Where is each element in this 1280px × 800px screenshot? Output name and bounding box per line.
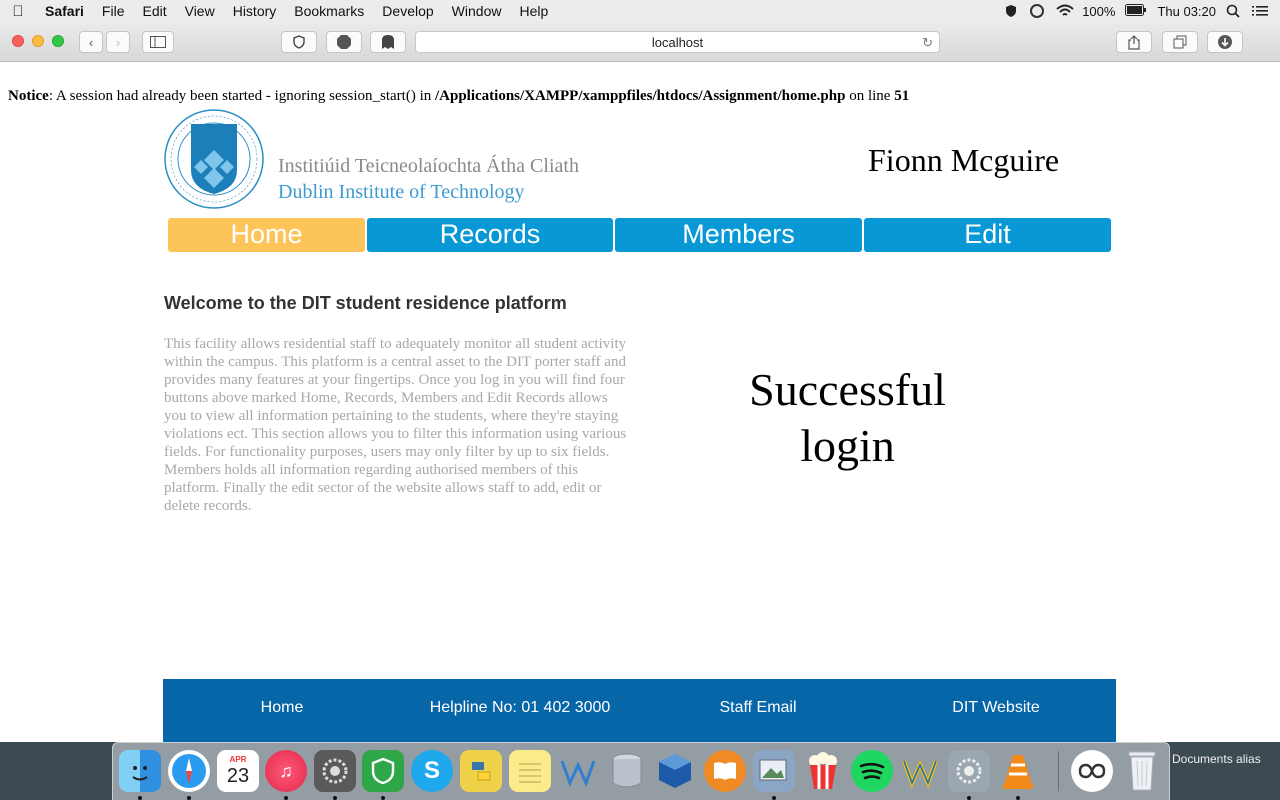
nav-members-button[interactable]: Members xyxy=(615,218,862,252)
trash-icon[interactable] xyxy=(1121,750,1163,792)
login-status-message: Successful login xyxy=(749,364,946,471)
dock: APR 23 ♫ S xyxy=(112,742,1170,800)
wifi-icon[interactable] xyxy=(1056,4,1074,18)
back-button[interactable]: ‹ xyxy=(79,31,103,53)
skype-icon[interactable]: S xyxy=(411,750,453,792)
nav-records-button[interactable]: Records xyxy=(367,218,613,252)
python-launcher-icon[interactable] xyxy=(460,750,502,792)
footer-dit-website-link[interactable]: DIT Website xyxy=(952,699,1039,717)
calendar-day: 23 xyxy=(226,765,250,787)
ghostery-icon[interactable] xyxy=(370,31,406,53)
running-indicator xyxy=(333,796,337,800)
welcome-heading: Welcome to the DIT student residence pla… xyxy=(164,293,567,313)
close-window-button[interactable] xyxy=(12,35,24,47)
dit-seal-logo xyxy=(163,108,265,210)
menu-bar:  Safari File Edit View History Bookmark… xyxy=(0,0,1280,22)
notice-label: Notice xyxy=(8,88,49,104)
calendar-month: APR xyxy=(229,755,247,764)
wunderlist-icon[interactable] xyxy=(557,750,599,792)
running-indicator xyxy=(138,796,142,800)
vpn-shield-icon[interactable] xyxy=(362,750,404,792)
notes-icon[interactable] xyxy=(509,750,551,792)
menu-help[interactable]: Help xyxy=(510,3,557,19)
spotlight-icon[interactable] xyxy=(1226,4,1242,18)
nav-home-button[interactable]: Home xyxy=(168,218,365,252)
footer-helpline[interactable]: Helpline No: 01 402 3000 xyxy=(430,699,611,717)
vlc-icon[interactable] xyxy=(997,750,1039,792)
safari-icon[interactable] xyxy=(168,750,210,792)
running-indicator xyxy=(967,796,971,800)
nav-edit-button[interactable]: Edit xyxy=(864,218,1111,252)
footer-home-link[interactable]: Home xyxy=(261,699,304,717)
itunes-icon[interactable]: ♫ xyxy=(265,750,307,792)
zoom-window-button[interactable] xyxy=(52,35,64,47)
network-icon[interactable] xyxy=(1071,750,1113,792)
php-notice: Notice: A session had already been start… xyxy=(8,88,909,105)
sync-icon[interactable] xyxy=(1030,4,1046,18)
tabs-overview-icon[interactable] xyxy=(1162,31,1198,53)
web-page: + Notice: A session had already been sta… xyxy=(0,62,1280,742)
menu-edit[interactable]: Edit xyxy=(133,3,175,19)
notice-line: 51 xyxy=(894,88,910,104)
menu-develop[interactable]: Develop xyxy=(373,3,442,19)
adblock-icon[interactable] xyxy=(326,31,362,53)
preview-icon[interactable] xyxy=(753,750,795,792)
running-indicator xyxy=(772,796,776,800)
menu-file[interactable]: File xyxy=(93,3,134,19)
menu-app-name[interactable]: Safari xyxy=(36,3,93,19)
logo-irish-name: Institiúid Teicneolaíochta Átha Cliath xyxy=(278,155,579,177)
virtualbox-icon[interactable] xyxy=(654,750,696,792)
notice-path: /Applications/XAMPP/xamppfiles/htdocs/As… xyxy=(434,88,846,104)
menu-view[interactable]: View xyxy=(176,3,224,19)
database-icon[interactable] xyxy=(606,750,648,792)
documents-alias-label[interactable]: Documents alias xyxy=(1172,752,1261,766)
browser-toolbar: ‹ › localhost ↻ xyxy=(0,22,1280,62)
footer-staff-email-link[interactable]: Staff Email xyxy=(719,699,796,717)
calendar-icon[interactable]: APR 23 xyxy=(217,750,259,792)
downloads-icon[interactable] xyxy=(1207,31,1243,53)
wireshark-icon[interactable] xyxy=(899,750,941,792)
running-indicator xyxy=(1016,796,1020,800)
dock-separator xyxy=(1058,751,1059,791)
popcorn-time-icon[interactable] xyxy=(802,750,844,792)
menu-window[interactable]: Window xyxy=(443,3,511,19)
notification-center-icon[interactable] xyxy=(1252,4,1268,18)
finder-icon[interactable] xyxy=(119,750,161,792)
running-indicator xyxy=(284,796,288,800)
logo-english-name: Dublin Institute of Technology xyxy=(278,181,525,203)
platform-description: This facility allows residential staff t… xyxy=(164,336,627,514)
clock[interactable]: Thu 03:20 xyxy=(1157,4,1216,19)
running-indicator xyxy=(187,796,191,800)
forward-button[interactable]: › xyxy=(106,31,130,53)
apple-icon[interactable]:  xyxy=(0,3,36,20)
spotify-icon[interactable] xyxy=(851,750,893,792)
battery-percent[interactable]: 100% xyxy=(1082,4,1115,19)
url-text: localhost xyxy=(651,35,704,50)
system-preferences-dark-icon[interactable] xyxy=(314,750,356,792)
footer-bar: Home Helpline No: 01 402 3000 Staff Emai… xyxy=(163,679,1116,742)
ibooks-icon[interactable] xyxy=(704,750,746,792)
menu-history[interactable]: History xyxy=(224,3,286,19)
share-icon[interactable] xyxy=(1116,31,1152,53)
address-bar[interactable]: localhost ↻ xyxy=(415,31,940,53)
sidebar-toggle-icon[interactable] xyxy=(142,31,174,53)
shield-icon[interactable] xyxy=(281,31,317,53)
battery-icon[interactable] xyxy=(1125,4,1147,18)
user-name: Fionn Mcguire xyxy=(868,142,1060,178)
vpn-status-icon[interactable] xyxy=(1004,4,1020,18)
minimize-window-button[interactable] xyxy=(32,35,44,47)
running-indicator xyxy=(381,796,385,800)
reload-icon[interactable]: ↻ xyxy=(922,32,933,53)
notice-text: : A session had already been started - i… xyxy=(48,88,435,104)
menu-bookmarks[interactable]: Bookmarks xyxy=(285,3,373,19)
notice-mid: on line xyxy=(845,88,895,104)
system-preferences-icon[interactable] xyxy=(948,750,990,792)
